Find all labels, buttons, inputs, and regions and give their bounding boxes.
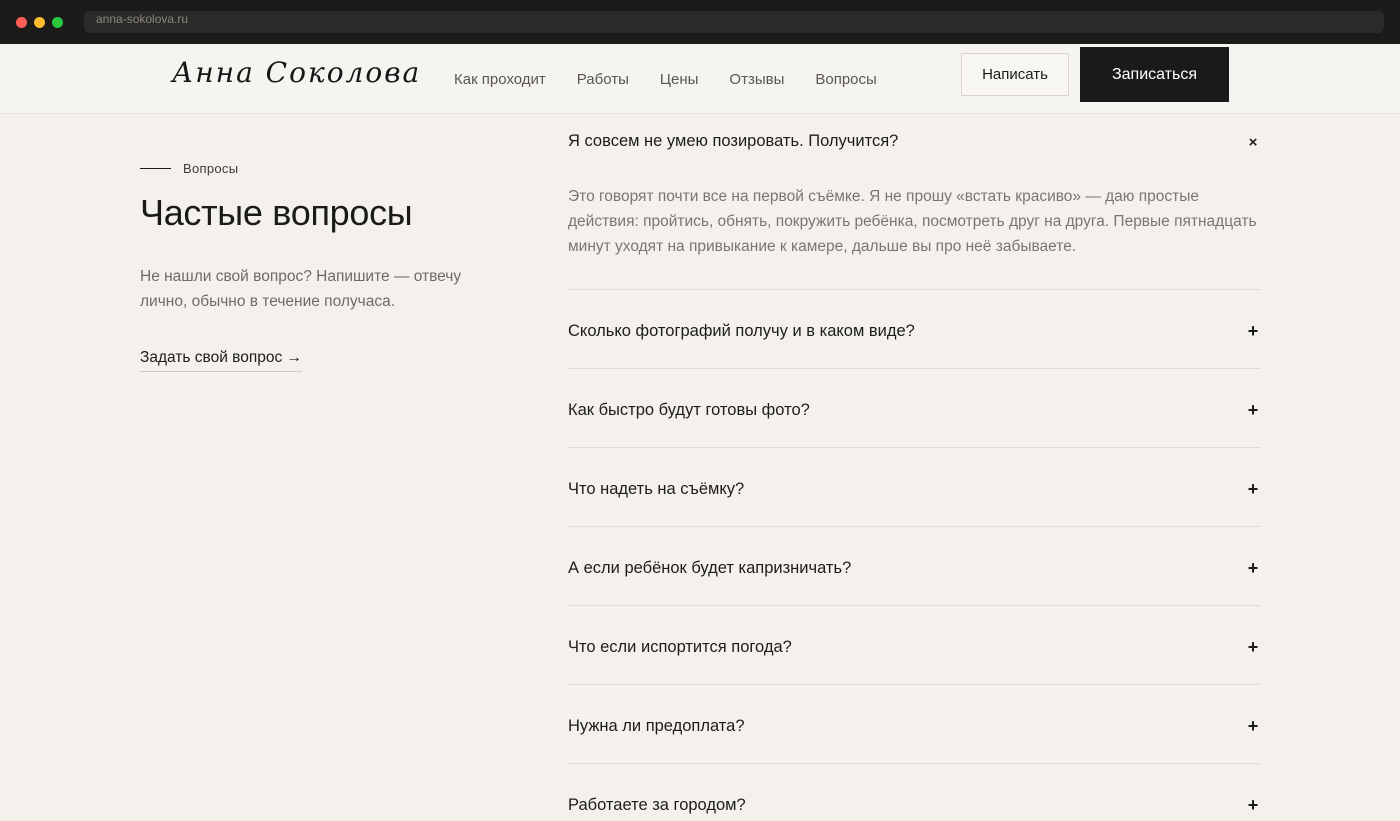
address-bar[interactable]: anna-sokolova.ru: [84, 11, 1384, 33]
eyebrow-divider: [140, 168, 171, 169]
faq-question-row[interactable]: Как быстро будут готовы фото? +: [568, 369, 1260, 447]
plus-icon[interactable]: +: [1246, 400, 1260, 421]
plus-icon[interactable]: +: [1246, 637, 1260, 658]
browser-chrome: anna-sokolova.ru: [0, 0, 1400, 44]
section-description: Не нашли свой вопрос? Напишите — отвечу …: [140, 268, 462, 310]
faq-question-row[interactable]: Нужна ли предоплата? +: [568, 685, 1260, 763]
nav-works[interactable]: Работы: [577, 71, 629, 88]
ask-question-link[interactable]: Задать свой вопрос →: [140, 349, 303, 372]
minimize-window-dot[interactable]: [34, 17, 45, 28]
faq-question: Нужна ли предоплата?: [568, 716, 745, 735]
close-icon[interactable]: ×: [1246, 134, 1260, 151]
write-button[interactable]: Написать: [961, 53, 1069, 96]
faq-item: Что если испортится погода? +: [568, 606, 1260, 685]
plus-icon[interactable]: +: [1246, 795, 1260, 816]
faq-item: Как быстро будут готовы фото? +: [568, 369, 1260, 448]
plus-icon[interactable]: +: [1246, 479, 1260, 500]
faq-question: Что надеть на съёмку?: [568, 479, 745, 498]
eyebrow-label: Вопросы: [183, 161, 239, 176]
faq-question-row[interactable]: Сколько фотографий получу и в каком виде…: [568, 290, 1260, 368]
faq-question-row[interactable]: Что надеть на съёмку? +: [568, 448, 1260, 526]
faq-item: А если ребёнок будет капризничать? +: [568, 527, 1260, 606]
faq-question-row[interactable]: Я совсем не умею позировать. Получится? …: [568, 114, 1260, 172]
maximize-window-dot[interactable]: [52, 17, 63, 28]
plus-icon[interactable]: +: [1246, 321, 1260, 342]
page-title: Частые вопросы: [140, 192, 413, 233]
faq-question-row[interactable]: А если ребёнок будет капризничать? +: [568, 527, 1260, 605]
faq-item: Нужна ли предоплата? +: [568, 685, 1260, 764]
faq-answer: Это говорят почти все на первой съёмке. …: [568, 188, 1257, 255]
close-window-dot[interactable]: [16, 17, 27, 28]
site-logo[interactable]: Анна Соколова: [172, 56, 421, 89]
faq-item: Я совсем не умею позировать. Получится? …: [568, 114, 1260, 290]
faq-question: Я совсем не умею позировать. Получится?: [568, 132, 899, 150]
plus-icon[interactable]: +: [1246, 558, 1260, 579]
faq-question: Как быстро будут готовы фото?: [568, 400, 810, 419]
faq-item: Сколько фотографий получу и в каком виде…: [568, 290, 1260, 369]
plus-icon[interactable]: +: [1246, 716, 1260, 737]
faq-question: Работаете за городом?: [568, 795, 746, 814]
nav-how-it-works[interactable]: Как проходит: [454, 71, 546, 88]
faq-question: Сколько фотографий получу и в каком виде…: [568, 321, 915, 340]
faq-question-row[interactable]: Что если испортится погода? +: [568, 606, 1260, 684]
site-header: Анна Соколова Как проходит Работы Цены О…: [0, 44, 1400, 114]
faq-item: Что надеть на съёмку? +: [568, 448, 1260, 527]
nav-reviews[interactable]: Отзывы: [729, 71, 784, 88]
faq-question: Что если испортится погода?: [568, 637, 792, 656]
nav-prices[interactable]: Цены: [660, 71, 699, 88]
faq-question-row[interactable]: Работаете за городом? +: [568, 764, 1260, 821]
section-eyebrow: Вопросы: [140, 161, 238, 176]
book-button[interactable]: Записаться: [1080, 47, 1229, 102]
faq-accordion: Я совсем не умею позировать. Получится? …: [568, 114, 1260, 821]
faq-question: А если ребёнок будет капризничать?: [568, 558, 852, 577]
main-nav: Как проходит Работы Цены Отзывы Вопросы: [454, 44, 877, 114]
nav-questions[interactable]: Вопросы: [815, 71, 876, 88]
faq-item: Работаете за городом? +: [568, 764, 1260, 821]
